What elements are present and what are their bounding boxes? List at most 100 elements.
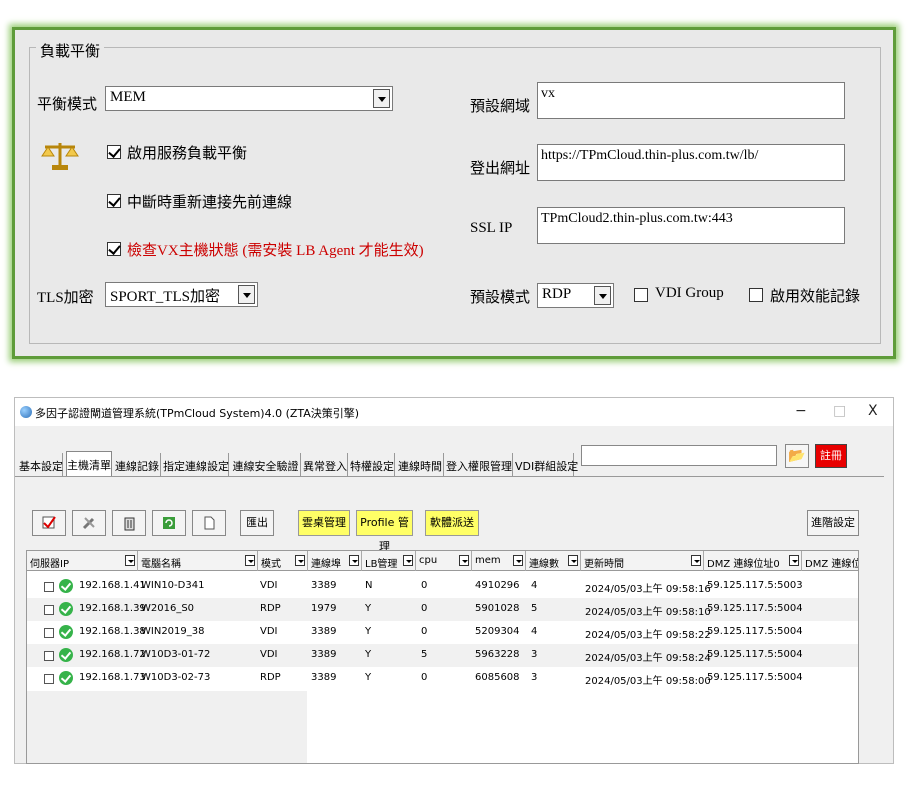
- filter-dropdown-icon[interactable]: [789, 555, 799, 566]
- search-input[interactable]: [581, 445, 777, 466]
- host-list-content: 匯出 雲桌管理 Profile 管理 軟體派送 進階設定 伺服器IP 電腦名稱 …: [15, 476, 884, 764]
- software-dispatch-button[interactable]: 軟體派送: [425, 510, 479, 536]
- balance-scale-icon: [41, 143, 79, 170]
- filter-dropdown-icon[interactable]: [403, 555, 413, 566]
- folder-open-button[interactable]: 📂: [785, 444, 809, 468]
- checkmark-icon: [42, 516, 56, 529]
- ssl-ip-input[interactable]: TPmCloud2.thin-plus.com.tw:443: [537, 207, 845, 244]
- perf-log-checkbox[interactable]: [749, 288, 763, 302]
- tab-connection-log[interactable]: 連線記錄: [114, 453, 161, 477]
- register-button[interactable]: 註冊: [815, 444, 847, 468]
- tab-vdi-group[interactable]: VDI群組設定: [515, 453, 578, 477]
- default-mode-value: RDP: [542, 286, 572, 302]
- maximize-button[interactable]: □: [833, 403, 846, 419]
- column-header-server-ip[interactable]: 伺服器IP: [27, 551, 138, 571]
- vdi-group-checkbox[interactable]: [634, 288, 648, 302]
- table-row[interactable]: 192.168.1.39 W2016_S0 RDP 1979 Y0 5901028 5…: [27, 598, 858, 621]
- chevron-down-icon[interactable]: [373, 89, 390, 108]
- ssl-ip-label: SSL IP: [470, 220, 513, 236]
- tab-privilege-settings[interactable]: 特權設定: [350, 453, 395, 477]
- logout-url-label: 登出網址: [470, 161, 531, 177]
- row-checkbox[interactable]: [44, 628, 54, 638]
- column-header-mem[interactable]: mem: [472, 551, 526, 571]
- tab-connection-time[interactable]: 連線時間: [397, 453, 444, 477]
- close-button[interactable]: X: [868, 403, 878, 419]
- select-button[interactable]: [32, 510, 66, 536]
- load-balance-legend: 負載平衡: [36, 40, 105, 61]
- tab-basic-settings[interactable]: 基本設定: [19, 453, 63, 477]
- column-header-mode[interactable]: 模式: [258, 551, 308, 571]
- tls-label: TLS加密: [37, 290, 94, 306]
- tab-assigned-connection[interactable]: 指定連線設定: [163, 453, 229, 477]
- tls-value: SPORT_TLS加密: [110, 289, 220, 305]
- check-vx-label: 檢查VX主機狀態 (需安裝 LB Agent 才能生效): [127, 243, 424, 259]
- filter-dropdown-icon[interactable]: [349, 555, 359, 566]
- grid-empty-area: [27, 691, 307, 763]
- filter-dropdown-icon[interactable]: [568, 555, 578, 566]
- advanced-settings-button[interactable]: 進階設定: [807, 510, 859, 536]
- column-header-connections[interactable]: 連線數: [526, 551, 581, 571]
- cloud-desktop-mgmt-button[interactable]: 雲桌管理: [298, 510, 350, 536]
- tab-connection-security[interactable]: 連線安全驗證: [231, 453, 301, 477]
- tab-host-list[interactable]: 主機清單: [66, 451, 112, 476]
- trash-icon: [124, 517, 135, 531]
- new-document-button[interactable]: [192, 510, 226, 536]
- table-row[interactable]: 192.168.1.41 WIN10-D341 VDI 3389 N0 491029…: [27, 575, 858, 598]
- row-checkbox[interactable]: [44, 605, 54, 615]
- filter-dropdown-icon[interactable]: [295, 555, 305, 566]
- filter-dropdown-icon[interactable]: [125, 555, 135, 566]
- balance-mode-select[interactable]: MEM: [105, 86, 393, 111]
- column-header-computer-name[interactable]: 電腦名稱: [138, 551, 258, 571]
- delete-button[interactable]: [112, 510, 146, 536]
- enable-lb-checkbox[interactable]: [107, 145, 121, 159]
- column-header-cpu[interactable]: cpu: [416, 551, 472, 571]
- load-balance-panel: 負載平衡 平衡模式 MEM 啟用服務負載平衡 中斷時重新連接先前連線 檢查VX主…: [12, 27, 896, 359]
- check-vx-checkbox[interactable]: [107, 242, 121, 256]
- default-domain-input[interactable]: vx: [537, 82, 845, 119]
- status-ok-icon: [59, 648, 73, 662]
- tls-select[interactable]: SPORT_TLS加密: [105, 282, 258, 307]
- table-row[interactable]: 192.168.1.73 W10D3-02-73 RDP 3389 Y0 60856…: [27, 667, 858, 690]
- balance-mode-label: 平衡模式: [37, 97, 98, 113]
- chevron-down-icon[interactable]: [238, 285, 255, 304]
- export-button[interactable]: 匯出: [240, 510, 274, 536]
- filter-dropdown-icon[interactable]: [245, 555, 255, 566]
- default-mode-select[interactable]: RDP: [537, 283, 614, 308]
- column-header-update-time[interactable]: 更新時間: [581, 551, 704, 571]
- column-header-port[interactable]: 連線埠: [308, 551, 362, 571]
- status-ok-icon: [59, 579, 73, 593]
- title-bar[interactable]: 多因子認證閘道管理系統(TPmCloud System)4.0 (ZTA決策引擎…: [15, 398, 893, 426]
- row-checkbox[interactable]: [44, 582, 54, 592]
- tab-bar: 基本設定 主機清單 連線記錄 指定連線設定 連線安全驗證 異常登入 特權設定 連…: [15, 451, 595, 477]
- default-mode-label: 預設模式: [470, 290, 531, 306]
- table-row[interactable]: 192.168.1.38 WIN2019_38 VDI 3389 Y0 520930…: [27, 621, 858, 644]
- tab-abnormal-login[interactable]: 異常登入: [303, 453, 348, 477]
- profile-mgmt-button[interactable]: Profile 管理: [356, 510, 413, 553]
- minimize-button[interactable]: −: [795, 403, 807, 419]
- chevron-down-icon[interactable]: [594, 286, 611, 305]
- refresh-icon: [163, 517, 175, 529]
- app-window: 多因子認證閘道管理系統(TPmCloud System)4.0 (ZTA決策引擎…: [14, 397, 894, 764]
- logout-url-input[interactable]: https://TPmCloud.thin-plus.com.tw/lb/: [537, 144, 845, 181]
- row-checkbox[interactable]: [44, 674, 54, 684]
- refresh-button[interactable]: [152, 510, 186, 536]
- filter-dropdown-icon[interactable]: [691, 555, 701, 566]
- filter-dropdown-icon[interactable]: [459, 555, 469, 566]
- enable-lb-label: 啟用服務負載平衡: [127, 146, 248, 162]
- table-row[interactable]: 192.168.1.72 W10D3-01-72 VDI 3389 Y5 59632…: [27, 644, 858, 667]
- filter-dropdown-icon[interactable]: [513, 555, 523, 566]
- vdi-group-label: VDI Group: [655, 285, 724, 301]
- row-checkbox[interactable]: [44, 651, 54, 661]
- balance-mode-value: MEM: [110, 89, 146, 105]
- default-domain-label: 預設網域: [470, 99, 531, 115]
- column-header-dmz1[interactable]: DMZ 連線位址1: [802, 551, 858, 571]
- document-icon: [204, 516, 215, 530]
- status-ok-icon: [59, 671, 73, 685]
- reconnect-checkbox[interactable]: [107, 194, 121, 208]
- host-grid: 伺服器IP 電腦名稱 模式 連線埠 LB管理 cpu mem 連線數 更新時間 …: [26, 550, 859, 764]
- wrench-icon: [82, 517, 95, 530]
- column-header-dmz0[interactable]: DMZ 連線位址0: [704, 551, 802, 571]
- tools-button[interactable]: [72, 510, 106, 536]
- column-header-lb[interactable]: LB管理: [362, 551, 416, 571]
- tab-login-permission[interactable]: 登入權限管理: [446, 453, 513, 477]
